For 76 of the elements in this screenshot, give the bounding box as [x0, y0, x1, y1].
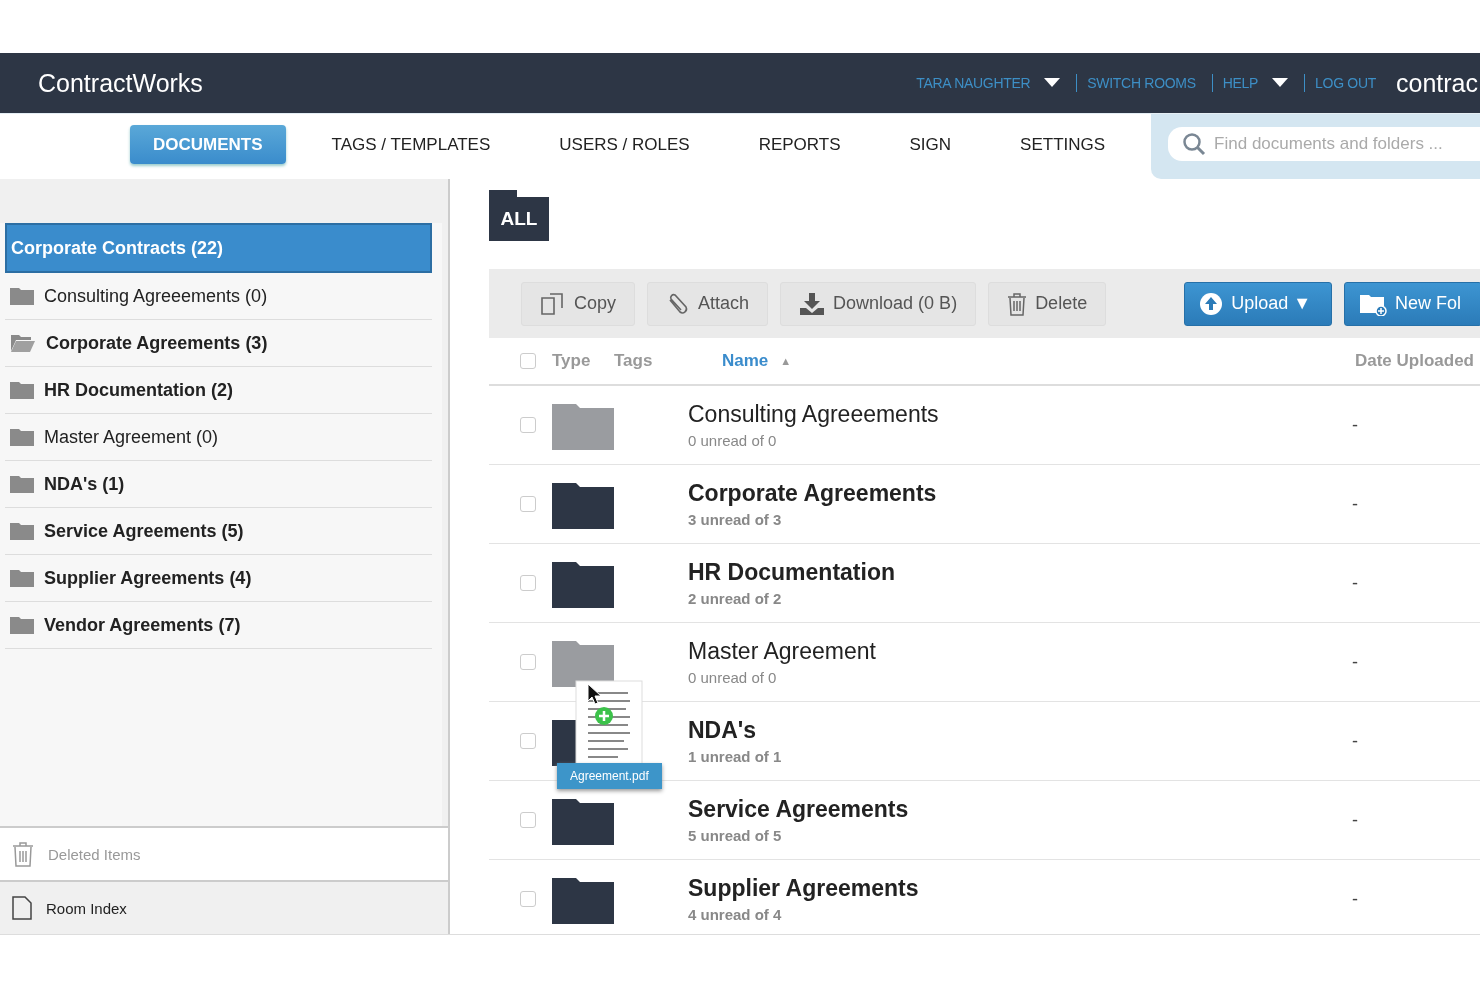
header-link[interactable]: SWITCH ROOMS: [1087, 75, 1196, 91]
folder-name[interactable]: Corporate Agreements: [688, 480, 1352, 507]
attach-button[interactable]: Attach: [647, 281, 769, 326]
unread-count: 4 unread of 4: [688, 906, 783, 923]
checkbox[interactable]: [520, 417, 536, 433]
nav-tab[interactable]: SIGN: [886, 125, 975, 164]
copy-icon: [540, 291, 566, 316]
sidebar-item[interactable]: Corporate Agreements (3): [5, 320, 432, 367]
checkbox[interactable]: [520, 575, 536, 591]
unread-count: 1 unread of 1: [688, 748, 783, 765]
date-cell-text: -: [1352, 888, 1359, 910]
nav-tab[interactable]: TAGS / TEMPLATES: [308, 125, 514, 164]
date-cell-text: -: [1352, 730, 1359, 752]
sidebar-item[interactable]: Corporate Contracts (22): [5, 223, 432, 273]
document-icon: [12, 896, 32, 920]
sidebar-item[interactable]: Service Agreements (5): [5, 508, 432, 555]
sidebar-item[interactable]: NDA's (1): [5, 461, 432, 508]
download-icon: [799, 291, 826, 316]
drag-file-label: Agreement.pdf: [557, 763, 662, 789]
checkbox[interactable]: [520, 891, 536, 907]
sidebar-item[interactable]: Master Agreement (0): [5, 414, 432, 461]
date-cell-text: -: [1352, 572, 1359, 594]
upload-button[interactable]: Upload ▼: [1184, 281, 1332, 326]
folder-name[interactable]: Consulting Agreeements: [688, 401, 1352, 428]
date-cell-text: -: [1352, 493, 1359, 515]
sidebar-item[interactable]: Supplier Agreements (4): [5, 555, 432, 602]
unread-count: 3 unread of 3: [688, 511, 783, 528]
checkbox[interactable]: [520, 654, 536, 670]
date-cell-text: -: [1352, 651, 1359, 673]
folder-icon: [10, 381, 34, 399]
folder-icon: [10, 522, 34, 540]
search-icon: [1182, 132, 1207, 156]
trash-icon: [12, 841, 34, 867]
nav-tab[interactable]: USERS / ROLES: [536, 125, 713, 164]
folder-icon: [10, 569, 34, 587]
unread-count: 2 unread of 2: [688, 590, 783, 607]
sidebar-item[interactable]: Consulting Agreeements (0): [5, 273, 432, 320]
sidebar-item[interactable]: Vendor Agreements (7): [5, 602, 432, 649]
column-header[interactable]: Name: [722, 351, 769, 371]
caret-icon[interactable]: [1272, 78, 1289, 88]
folder-name[interactable]: Master Agreement: [688, 638, 1352, 665]
checkbox[interactable]: [520, 353, 536, 369]
copy-button[interactable]: Copy: [521, 281, 636, 326]
folder-name[interactable]: Service Agreements: [688, 796, 1352, 823]
brand-logo: contrac: [1396, 68, 1478, 98]
unread-count: 0 unread of 0: [688, 669, 778, 686]
add-badge-icon: [595, 707, 613, 725]
sidebar-item[interactable]: HR Documentation (2): [5, 367, 432, 414]
folder-name[interactable]: Supplier Agreements: [688, 875, 1352, 902]
cursor-icon: [587, 683, 603, 705]
search-box[interactable]: Find documents and folders ...: [1168, 127, 1480, 161]
open-folder-icon: [10, 333, 36, 353]
unread-count: 0 unread of 0: [688, 432, 778, 449]
checkbox[interactable]: [520, 733, 536, 749]
caret-icon[interactable]: [1044, 78, 1061, 88]
nav-tab[interactable]: REPORTS: [735, 125, 864, 164]
trash-icon: [1007, 291, 1028, 316]
folder-icon: [10, 287, 34, 305]
folder-icon: [10, 428, 34, 446]
app-logo[interactable]: ContractWorks: [38, 68, 917, 98]
date-cell-text: -: [1352, 414, 1359, 436]
checkbox[interactable]: [520, 812, 536, 828]
folder-icon: [10, 475, 34, 493]
folder-name[interactable]: HR Documentation: [688, 559, 1352, 586]
download-button[interactable]: Download (0 B): [780, 281, 977, 326]
breadcrumb-folder[interactable]: ALL: [489, 190, 549, 241]
folder-icon: [10, 616, 34, 634]
folder-name[interactable]: NDA's: [688, 717, 1352, 744]
unread-count: 5 unread of 5: [688, 827, 783, 844]
delete-button[interactable]: Delete: [988, 281, 1107, 326]
upload-icon: [1199, 291, 1224, 316]
newfolder-button[interactable]: New Fol: [1344, 281, 1480, 326]
sort-arrow: ▲: [780, 355, 792, 367]
checkbox[interactable]: [520, 496, 536, 512]
nav-tab[interactable]: SETTINGS: [997, 125, 1129, 164]
date-cell-text: -: [1352, 809, 1359, 831]
